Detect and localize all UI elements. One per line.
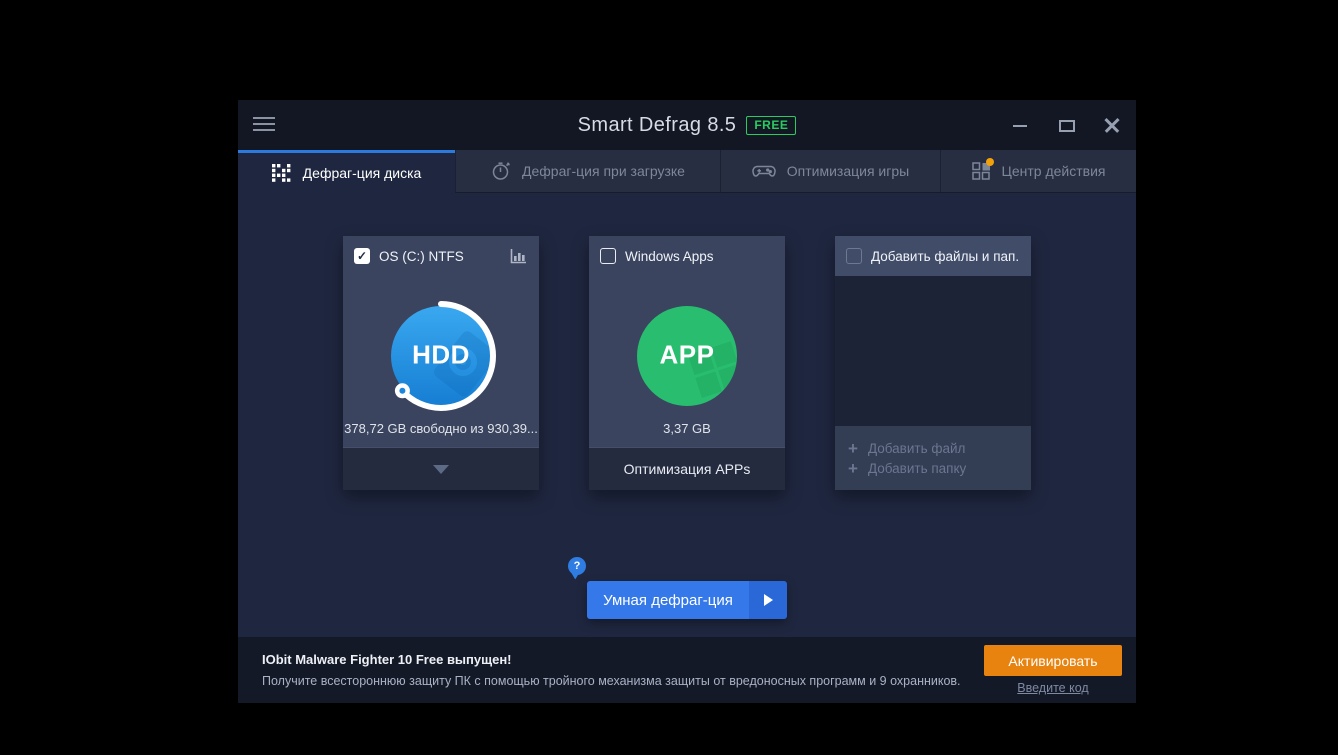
maximize-button[interactable]: [1058, 117, 1074, 133]
smart-defrag-button-label[interactable]: Умная дефраг-ция: [587, 581, 749, 619]
disk-size-text: 378,72 GB свободно из 930,39...: [344, 421, 538, 436]
app-title: Smart Defrag 8.5: [578, 114, 737, 137]
hdd-circle: HDD: [381, 296, 501, 416]
promo-actions: Активировать Введите код: [984, 645, 1122, 695]
tab-label: Центр действия: [1002, 163, 1106, 179]
tabbar: Дефраг-ция диска Дефраг-ция при загрузке: [238, 150, 1136, 193]
cards-row: ✓ OS (C:) NTFS: [238, 236, 1136, 490]
disk-card[interactable]: ✓ OS (C:) NTFS: [343, 236, 539, 490]
plus-icon: +: [848, 440, 858, 457]
disk-checkbox[interactable]: ✓: [354, 248, 370, 264]
add-file-button[interactable]: + Добавить файл: [848, 440, 1031, 457]
disk-card-body: HDD 378,72 GB свободно из 930,39...: [343, 276, 539, 447]
plus-icon: +: [848, 460, 858, 477]
main-menu-icon[interactable]: [253, 117, 275, 135]
apps-checkbox[interactable]: [600, 248, 616, 264]
titlebar: Smart Defrag 8.5 FREE: [238, 100, 1136, 150]
boot-defrag-icon: [491, 161, 511, 181]
enter-code-link[interactable]: Введите код: [1017, 681, 1088, 695]
disk-card-expander[interactable]: [343, 447, 539, 490]
add-file-label: Добавить файл: [868, 441, 965, 456]
tab-disk-defrag[interactable]: Дефраг-ция диска: [238, 150, 455, 193]
desktop: { "titlebar": { "title": "Smart Defrag 8…: [0, 0, 1338, 755]
help-icon[interactable]: ?: [568, 557, 586, 575]
play-icon: [764, 594, 773, 606]
main-content: ✓ OS (C:) NTFS: [238, 193, 1136, 637]
optimize-apps-button[interactable]: Оптимизация APPs: [589, 447, 785, 490]
promo-footer: IObit Malware Fighter 10 Free выпущен! П…: [238, 637, 1136, 703]
custom-checkbox[interactable]: [846, 248, 862, 264]
apps-card-label: Windows Apps: [625, 249, 774, 264]
activate-button[interactable]: Активировать: [984, 645, 1122, 676]
apps-card[interactable]: Windows Apps: [589, 236, 785, 490]
promo-texts: IObit Malware Fighter 10 Free выпущен! П…: [262, 652, 961, 688]
app-label: APP: [627, 339, 747, 370]
disk-defrag-icon: [272, 164, 292, 182]
custom-card-header: Добавить файлы и пап...: [835, 236, 1031, 276]
promo-title: IObit Malware Fighter 10 Free выпущен!: [262, 652, 961, 667]
tab-label: Оптимизация игры: [787, 163, 909, 179]
disk-card-header: ✓ OS (C:) NTFS: [343, 236, 539, 276]
disk-card-label: OS (C:) NTFS: [379, 249, 500, 264]
apps-card-header: Windows Apps: [589, 236, 785, 276]
smart-defrag-window: Smart Defrag 8.5 FREE Дефраг-ци: [238, 100, 1136, 703]
tab-label: Дефраг-ция при загрузке: [522, 163, 685, 179]
window-controls: [1012, 100, 1120, 150]
custom-file-list[interactable]: [835, 276, 1031, 426]
custom-card-label: Добавить файлы и пап...: [871, 249, 1020, 264]
tab-action-center[interactable]: Центр действия: [940, 150, 1136, 193]
action-center-icon: [972, 162, 991, 181]
apps-card-body: APP 3,37 GB: [589, 276, 785, 447]
tab-label: Дефраг-ция диска: [303, 165, 422, 181]
custom-card-footer: + Добавить файл + Добавить папку: [835, 426, 1031, 490]
app-circle: APP: [627, 296, 747, 416]
add-folder-label: Добавить папку: [868, 461, 966, 476]
free-badge: FREE: [746, 116, 796, 135]
chevron-down-icon: [433, 465, 449, 474]
defrag-options-dropdown[interactable]: [749, 581, 787, 619]
tab-boot-defrag[interactable]: Дефраг-ция при загрузке: [455, 150, 720, 193]
tab-game-optimize[interactable]: Оптимизация игры: [720, 150, 940, 193]
smart-defrag-button[interactable]: Умная дефраг-ция: [587, 581, 787, 619]
notification-dot: [986, 158, 994, 166]
optimize-apps-label: Оптимизация APPs: [624, 461, 751, 477]
hdd-label: HDD: [381, 339, 501, 370]
add-folder-button[interactable]: + Добавить папку: [848, 460, 1031, 477]
gamepad-icon: [752, 161, 776, 181]
apps-size-text: 3,37 GB: [663, 421, 711, 436]
minimize-button[interactable]: [1012, 117, 1028, 133]
disk-analysis-chart-icon[interactable]: [509, 248, 528, 265]
promo-description: Получите всестороннюю защиту ПК с помощь…: [262, 674, 961, 688]
custom-files-card[interactable]: Добавить файлы и пап... + Добавить файл …: [835, 236, 1031, 490]
close-button[interactable]: [1104, 117, 1120, 133]
title-wrap: Smart Defrag 8.5 FREE: [578, 114, 797, 137]
